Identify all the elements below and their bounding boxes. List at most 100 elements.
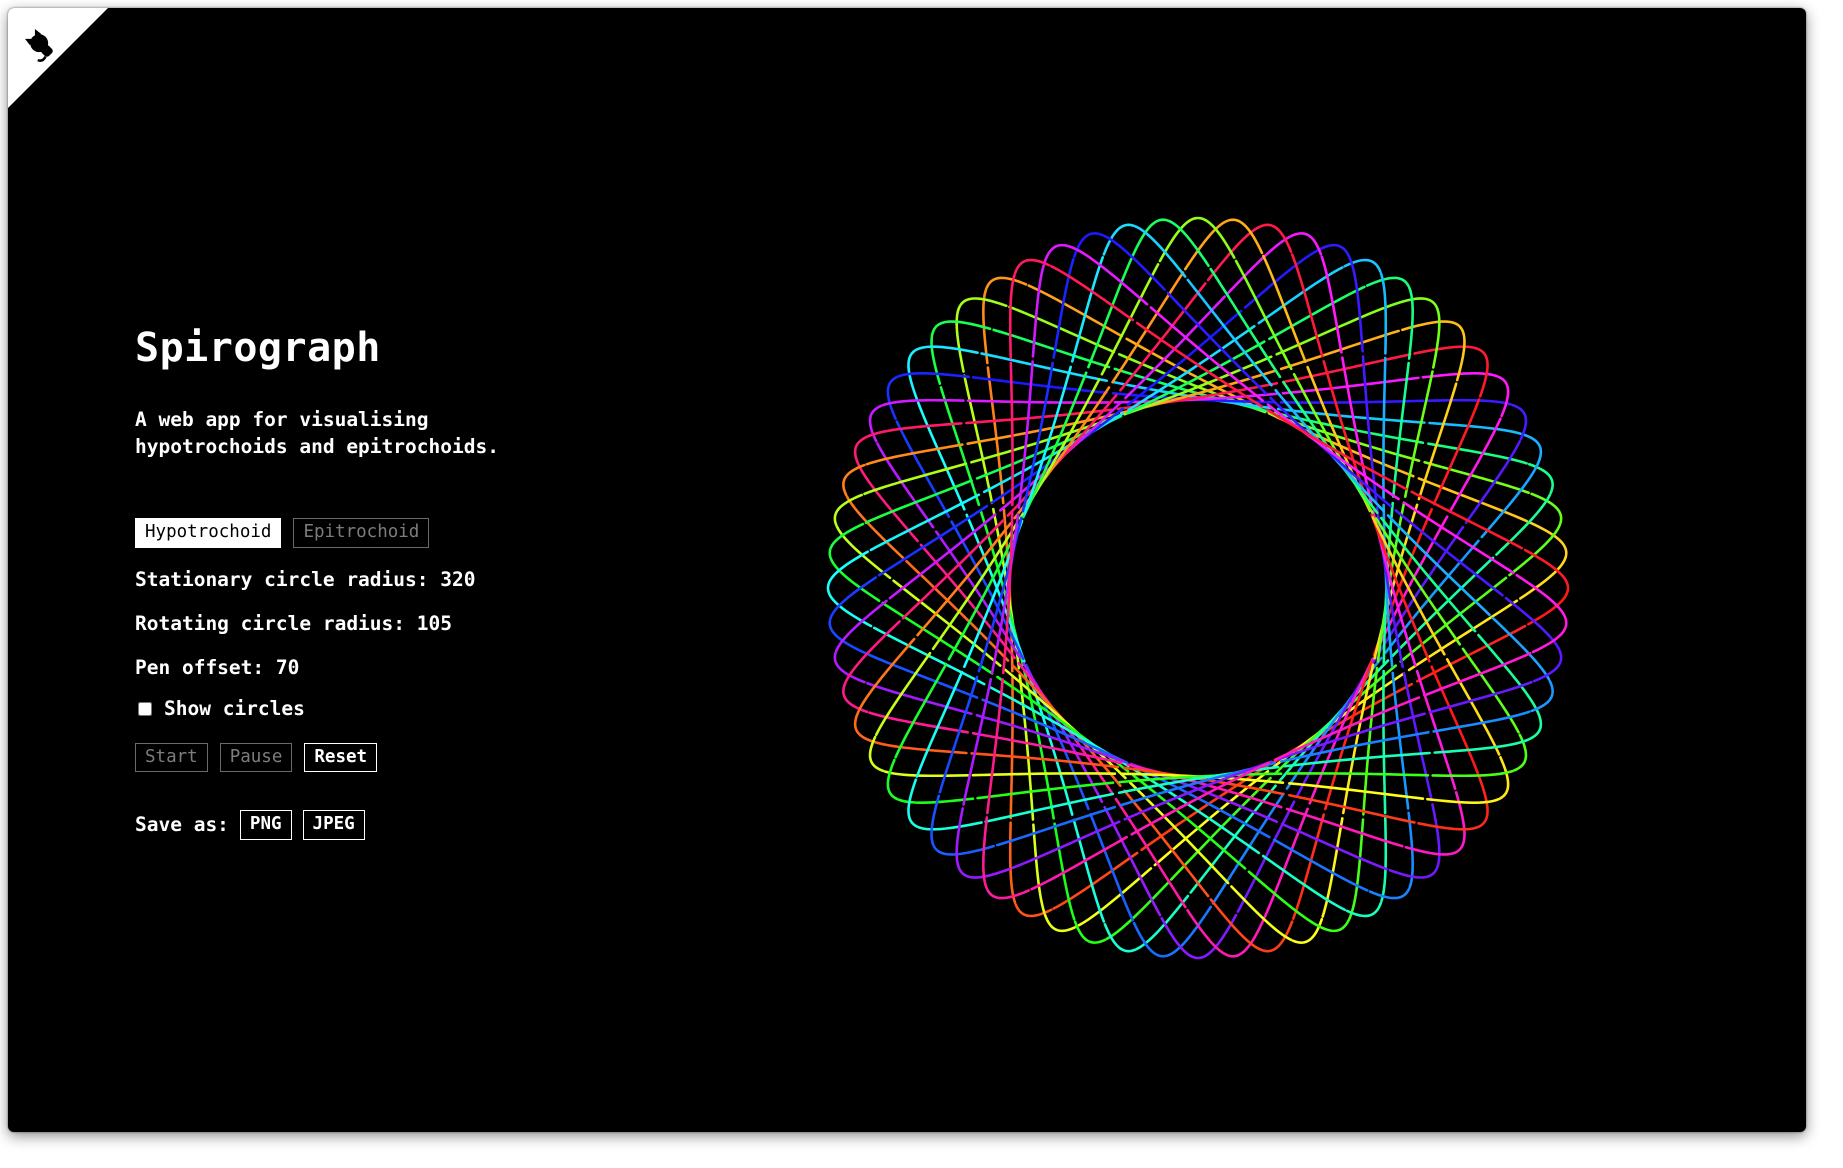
- spiro-curve-segment: [1272, 838, 1369, 892]
- spiro-curve-segment: [1368, 887, 1411, 900]
- spiro-curve-segment: [907, 349, 919, 401]
- spiro-curve-segment: [959, 867, 1011, 879]
- spiro-curve-segment: [1521, 433, 1543, 467]
- spiro-curve-segment: [853, 709, 875, 743]
- spiro-curve-segment: [1431, 769, 1515, 778]
- spiro-curve-segment: [1247, 870, 1321, 928]
- spiro-curve-segment: [883, 770, 970, 778]
- spiro-curve-segment: [1498, 755, 1510, 800]
- spiro-curve-segment: [1530, 492, 1563, 525]
- spiro-curve-segment: [1379, 271, 1388, 355]
- spiro-curve-segment: [1268, 285, 1366, 341]
- spiro-curve-segment: [1291, 917, 1324, 944]
- spiro-curve-segment: [1288, 782, 1425, 800]
- spiro-curve-segment: [915, 821, 983, 831]
- spiro-curve-segment: [1433, 740, 1525, 754]
- spiro-curve-segment: [1455, 325, 1466, 382]
- spiro-curve-segment: [842, 681, 869, 714]
- spiro-curve-segment: [955, 807, 964, 873]
- spiro-curve-segment: [1413, 345, 1481, 355]
- spiro-curve-segment: [858, 637, 916, 711]
- spiro-curve-segment: [1365, 276, 1410, 288]
- spiro-curve-segment: [1426, 398, 1513, 406]
- spiro-curve-segment: [1407, 286, 1414, 360]
- spiro-curve-segment: [844, 620, 901, 683]
- spiro-curve-segment: [1160, 917, 1200, 960]
- stationary-radius-value: 320: [440, 567, 476, 591]
- spiro-curve-segment: [1431, 803, 1441, 871]
- spiro-curve-segment: [1385, 297, 1437, 309]
- spiro-curve-segment: [976, 781, 1115, 800]
- spiro-curve-segment: [894, 662, 948, 759]
- rotating-radius-label: Rotating circle radius:: [135, 611, 406, 635]
- spiro-curve-segment: [930, 794, 941, 851]
- tab-epitrochoid[interactable]: Epitrochoid: [293, 518, 430, 548]
- spiro-curve-segment: [1032, 823, 1046, 915]
- spiro-curve-segment: [1380, 816, 1388, 903]
- spiro-curve-segment: [971, 772, 1117, 777]
- spiro-curve-segment: [1527, 462, 1554, 495]
- spirograph-canvas: [808, 198, 1588, 978]
- save-label: Save as:: [135, 813, 229, 837]
- spiro-curve-segment: [895, 420, 951, 518]
- spiro-curve-segment: [1230, 918, 1265, 958]
- spiro-curve-segment: [828, 620, 868, 655]
- pen-offset-param[interactable]: Pen offset: 70: [135, 655, 735, 680]
- spiro-curve-segment: [1196, 216, 1236, 259]
- spiro-curve-segment: [955, 305, 965, 373]
- spiro-curve-segment: [1382, 669, 1387, 815]
- reset-button[interactable]: Reset: [304, 742, 378, 772]
- page-title: Spirograph: [135, 325, 381, 371]
- spiro-curve-segment: [1319, 911, 1353, 933]
- spiro-curve-segment: [1131, 218, 1166, 258]
- spiro-curve-segment: [1009, 361, 1014, 507]
- spiro-curve-segment: [1392, 361, 1410, 498]
- spiro-curve-segment: [1448, 417, 1502, 514]
- spiro-curve-segment: [881, 398, 965, 407]
- github-corner-link[interactable]: [8, 8, 108, 108]
- save-controls: Save as: PNG JPEG: [135, 810, 735, 840]
- spiro-curve-segment: [871, 422, 963, 436]
- start-button[interactable]: Start: [135, 742, 208, 772]
- spiro-curve-segment: [971, 376, 1108, 394]
- spiro-curve-segment: [1030, 835, 1128, 891]
- save-jpeg-button[interactable]: JPEG: [302, 810, 365, 840]
- spiro-curve-segment: [1279, 399, 1425, 404]
- spiro-curve-segment: [1230, 885, 1293, 942]
- pause-button[interactable]: Pause: [219, 742, 293, 772]
- spiro-curve-segment: [1480, 465, 1538, 539]
- stationary-radius-param[interactable]: Stationary circle radius: 320: [135, 567, 735, 592]
- spiro-curve-segment: [833, 651, 866, 684]
- spiro-curve-segment: [1072, 232, 1105, 259]
- spiro-curve-segment: [1266, 408, 1408, 491]
- spiro-curve-segment: [986, 678, 1004, 815]
- rotating-radius-param[interactable]: Rotating circle radius: 105: [135, 611, 735, 636]
- spiro-curve-segment: [1103, 234, 1166, 291]
- playback-controls: Start Pause Reset: [135, 742, 735, 772]
- spiro-curve-segment: [1391, 671, 1410, 810]
- spiro-curve-segment: [896, 372, 970, 379]
- save-png-button[interactable]: PNG: [239, 810, 292, 840]
- tab-hypotrochoid[interactable]: Hypotrochoid: [135, 518, 282, 548]
- spiro-curve-segment: [1317, 243, 1353, 263]
- mode-tabs: Hypotrochoid Epitrochoid: [135, 518, 735, 548]
- control-panel: Spirograph A web app for visualising hyp…: [135, 324, 735, 840]
- spiro-curve-segment: [886, 376, 898, 421]
- spiro-curve-segment: [1432, 303, 1441, 369]
- show-circles-checkbox[interactable]: [138, 702, 152, 716]
- spiro-curve-segment: [1528, 521, 1568, 556]
- show-circles-label: Show circles: [164, 696, 305, 720]
- spiro-curve-segment: [1527, 586, 1570, 626]
- spiro-curve-segment: [1523, 707, 1543, 743]
- github-corner-background: [8, 8, 108, 108]
- spiro-curve-segment: [1043, 243, 1077, 265]
- spiro-curve-segment: [1261, 920, 1294, 953]
- stationary-radius-label: Stationary circle radius:: [135, 567, 429, 591]
- spiro-curve-segment: [1426, 797, 1500, 804]
- spiro-curve-segment: [853, 433, 873, 469]
- spiro-curve-segment: [985, 276, 1028, 289]
- spiro-curve-segment: [886, 758, 899, 801]
- spiro-curve-segment: [1417, 822, 1483, 831]
- show-circles-toggle[interactable]: Show circles: [135, 697, 735, 720]
- spiro-curve-segment: [826, 550, 869, 590]
